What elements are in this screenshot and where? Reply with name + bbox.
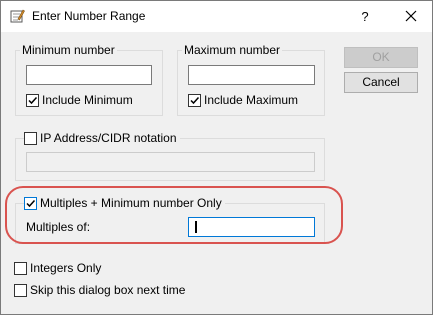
maximum-number-input[interactable] <box>188 65 315 85</box>
cancel-button[interactable]: Cancel <box>344 72 418 93</box>
minimum-number-label: Minimum number <box>20 43 117 57</box>
include-maximum-checkbox[interactable]: Include Maximum <box>188 93 298 107</box>
text-caret <box>195 221 197 233</box>
include-minimum-label: Include Minimum <box>42 93 133 107</box>
ip-address-input[interactable] <box>26 152 315 172</box>
skip-dialog-check-icon <box>14 283 27 297</box>
minimum-number-input[interactable] <box>26 65 152 85</box>
close-icon <box>405 10 417 22</box>
multiples-label: Multiples + Minimum number Only <box>40 196 222 210</box>
include-maximum-label: Include Maximum <box>204 93 299 107</box>
multiples-of-input[interactable] <box>188 217 315 237</box>
multiples-checkbox[interactable]: Multiples + Minimum number Only <box>24 196 225 210</box>
maximum-number-label: Maximum number <box>182 43 283 57</box>
enter-number-range-dialog: Enter Number Range ? Minimum number Incl… <box>0 0 433 315</box>
help-button[interactable]: ? <box>353 1 377 32</box>
multiples-check-icon <box>24 196 37 210</box>
ok-button[interactable]: OK <box>344 47 418 68</box>
skip-dialog-checkbox[interactable]: Skip this dialog box next time <box>14 283 185 297</box>
ip-address-check-icon <box>24 131 37 145</box>
integers-only-checkbox[interactable]: Integers Only <box>14 261 101 275</box>
app-icon <box>9 8 25 24</box>
integers-only-check-icon <box>14 261 27 275</box>
close-button[interactable] <box>395 1 427 32</box>
window-title: Enter Number Range <box>32 9 146 23</box>
include-maximum-check-icon <box>188 93 201 107</box>
skip-dialog-label: Skip this dialog box next time <box>30 283 186 297</box>
multiples-of-label: Multiples of: <box>26 220 91 234</box>
ip-address-checkbox[interactable]: IP Address/CIDR notation <box>24 131 180 145</box>
ip-address-label: IP Address/CIDR notation <box>40 131 177 145</box>
include-minimum-checkbox[interactable]: Include Minimum <box>26 93 133 107</box>
include-minimum-check-icon <box>26 93 39 107</box>
title-bar: Enter Number Range ? <box>1 1 432 32</box>
integers-only-label: Integers Only <box>30 261 102 275</box>
